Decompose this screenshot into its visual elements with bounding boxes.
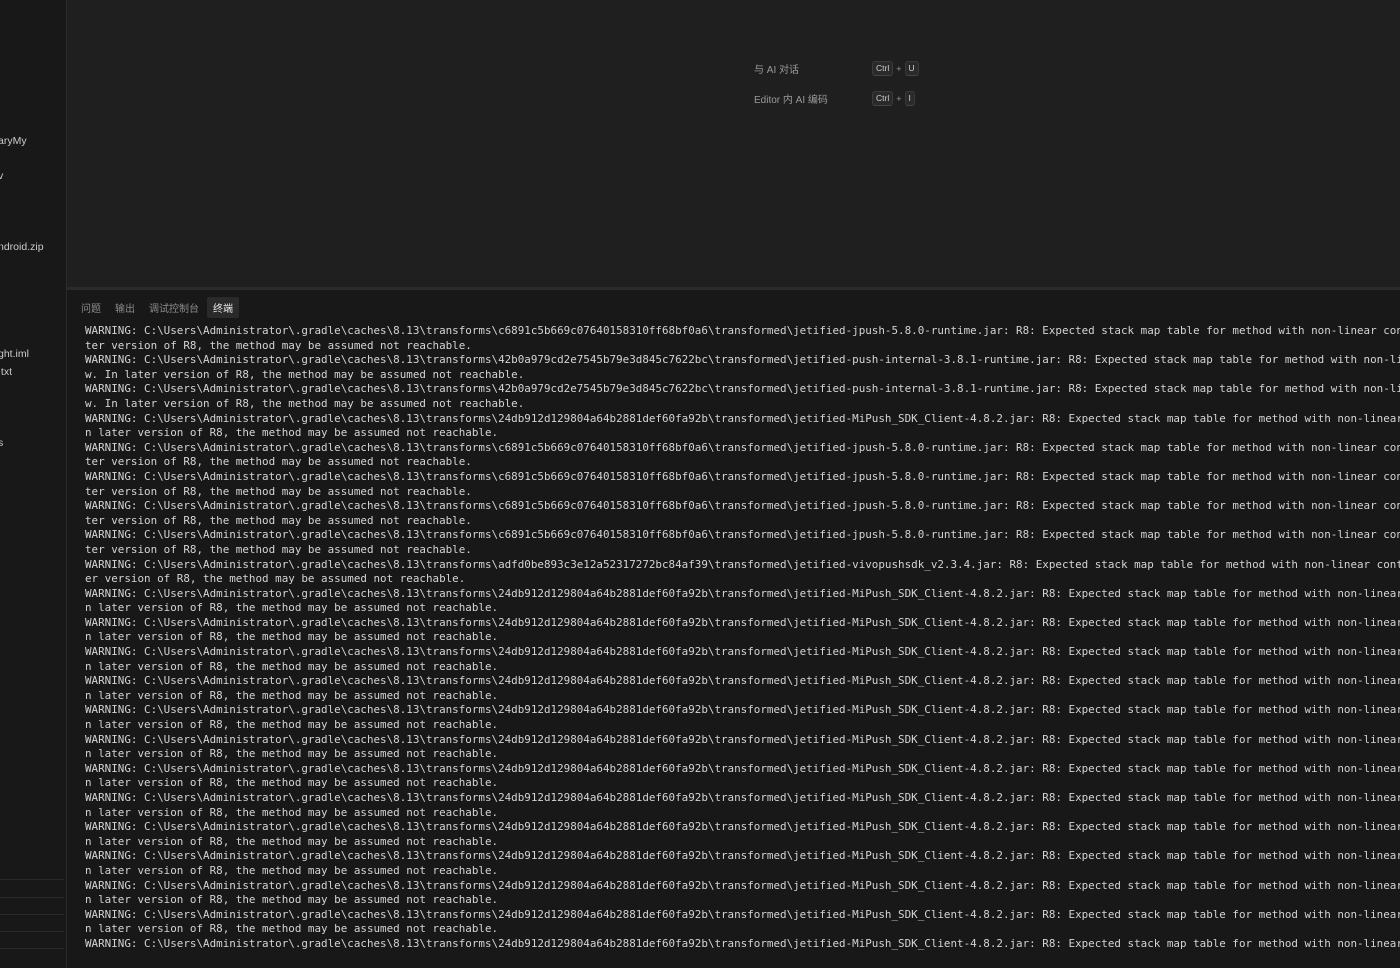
terminal-line: WARNING: C:\Users\Administrator\.gradle\… xyxy=(85,674,1400,688)
terminal-line: WARNING: C:\Users\Administrator\.gradle\… xyxy=(85,849,1400,863)
plus-sign: + xyxy=(896,93,902,104)
terminal-line: WARNING: C:\Users\Administrator\.gradle\… xyxy=(85,557,1400,571)
explorer-file-item[interactable]: .txt xyxy=(0,365,12,379)
terminal-line: n later version of R8, the method may be… xyxy=(85,747,499,761)
terminal-line: WARNING: C:\Users\Administrator\.gradle\… xyxy=(85,936,1400,950)
keycap-ctrl: Ctrl xyxy=(872,91,894,106)
terminal-line: WARNING: C:\Users\Administrator\.gradle\… xyxy=(85,820,1400,834)
terminal-line: WARNING: C:\Users\Administrator\.gradle\… xyxy=(85,528,1400,542)
explorer-file-item[interactable]: v xyxy=(0,169,3,183)
terminal-line: n later version of R8, the method may be… xyxy=(85,718,499,732)
tab-terminal[interactable]: 终端 xyxy=(207,296,239,318)
sidebar-divider xyxy=(0,914,64,915)
tab-debug-console[interactable]: 调试控制台 xyxy=(149,298,199,317)
terminal-line: WARNING: C:\Users\Administrator\.gradle\… xyxy=(85,411,1400,425)
shortcut-row-ai-chat[interactable]: 与 AI 对话 Ctrl + U xyxy=(754,61,919,76)
terminal-line: ter version of R8, the method may be ass… xyxy=(85,338,472,352)
terminal-line: n later version of R8, the method may be… xyxy=(85,659,499,673)
terminal-line: w. In later version of R8, the method ma… xyxy=(85,396,525,410)
terminal-line: WARNING: C:\Users\Administrator\.gradle\… xyxy=(85,907,1400,921)
terminal-output[interactable]: WARNING: C:\Users\Administrator\.gradle\… xyxy=(85,324,1400,964)
terminal-line: WARNING: C:\Users\Administrator\.gradle\… xyxy=(85,499,1400,513)
terminal-line: WARNING: C:\Users\Administrator\.gradle\… xyxy=(85,382,1400,396)
terminal-line: WARNING: C:\Users\Administrator\.gradle\… xyxy=(85,469,1400,483)
keycap-u: U xyxy=(904,61,919,76)
tab-problems[interactable]: 问题 xyxy=(81,298,101,317)
terminal-line: n later version of R8, the method may be… xyxy=(85,863,499,877)
terminal-line: WARNING: C:\Users\Administrator\.gradle\… xyxy=(85,878,1400,892)
ide-window: aryMy v ndroid.zip ght.iml .txt s 与 AI 对… xyxy=(0,0,1400,968)
shortcut-label: 与 AI 对话 xyxy=(754,65,800,76)
terminal-line: WARNING: C:\Users\Administrator\.gradle\… xyxy=(85,703,1400,717)
terminal-line: WARNING: C:\Users\Administrator\.gradle\… xyxy=(85,586,1400,600)
editor-area: 与 AI 对话 Ctrl + U Editor 内 AI 编码 Ctrl + I xyxy=(67,0,1400,287)
terminal-line: ter version of R8, the method may be ass… xyxy=(85,484,472,498)
terminal-line: n later version of R8, the method may be… xyxy=(85,688,499,702)
explorer-file-item[interactable]: ndroid.zip xyxy=(0,240,44,254)
terminal-line: er version of R8, the method may be assu… xyxy=(85,572,466,586)
terminal-line: n later version of R8, the method may be… xyxy=(85,776,499,790)
shortcut-row-inline-ai[interactable]: Editor 内 AI 编码 Ctrl + I xyxy=(754,91,915,106)
terminal-line: n later version of R8, the method may be… xyxy=(85,601,499,615)
terminal-line: n later version of R8, the method may be… xyxy=(85,630,499,644)
terminal-line: ter version of R8, the method may be ass… xyxy=(85,455,472,469)
terminal-line: WARNING: C:\Users\Administrator\.gradle\… xyxy=(85,324,1400,337)
terminal-line: n later version of R8, the method may be… xyxy=(85,805,499,819)
terminal-line: WARNING: C:\Users\Administrator\.gradle\… xyxy=(85,732,1400,746)
terminal-line: WARNING: C:\Users\Administrator\.gradle\… xyxy=(85,440,1400,454)
terminal-line: n later version of R8, the method may be… xyxy=(85,426,499,440)
explorer-file-item[interactable]: s xyxy=(0,436,3,450)
terminal-line: ter version of R8, the method may be ass… xyxy=(85,542,472,556)
tab-output[interactable]: 输出 xyxy=(115,298,135,317)
explorer-sidebar: aryMy v ndroid.zip ght.iml .txt s xyxy=(0,0,67,968)
keycap-i: I xyxy=(904,91,915,106)
sidebar-divider xyxy=(0,948,64,949)
sidebar-divider xyxy=(0,879,64,880)
panel-tab-bar: 问题 输出 调试控制台 终端 xyxy=(67,290,1400,324)
shortcut-label: Editor 内 AI 编码 xyxy=(754,95,828,106)
terminal-line: n later version of R8, the method may be… xyxy=(85,922,499,936)
terminal-line: WARNING: C:\Users\Administrator\.gradle\… xyxy=(85,761,1400,775)
plus-sign: + xyxy=(896,63,902,74)
keycap-ctrl: Ctrl xyxy=(872,61,894,76)
sidebar-divider xyxy=(0,897,64,898)
explorer-file-item[interactable]: ght.iml xyxy=(0,347,29,361)
terminal-line: WARNING: C:\Users\Administrator\.gradle\… xyxy=(85,615,1400,629)
terminal-line: n later version of R8, the method may be… xyxy=(85,893,499,907)
sidebar-divider xyxy=(0,931,64,932)
terminal-line: w. In later version of R8, the method ma… xyxy=(85,367,525,381)
explorer-file-item[interactable]: aryMy xyxy=(0,134,27,148)
terminal-line: n later version of R8, the method may be… xyxy=(85,834,499,848)
bottom-panel: 问题 输出 调试控制台 终端 WARNING: C:\Users\Adminis… xyxy=(67,290,1400,968)
terminal-line: WARNING: C:\Users\Administrator\.gradle\… xyxy=(85,791,1400,804)
terminal-line: WARNING: C:\Users\Administrator\.gradle\… xyxy=(85,353,1400,367)
terminal-line: WARNING: C:\Users\Administrator\.gradle\… xyxy=(85,645,1400,659)
terminal-line: ter version of R8, the method may be ass… xyxy=(85,513,472,527)
